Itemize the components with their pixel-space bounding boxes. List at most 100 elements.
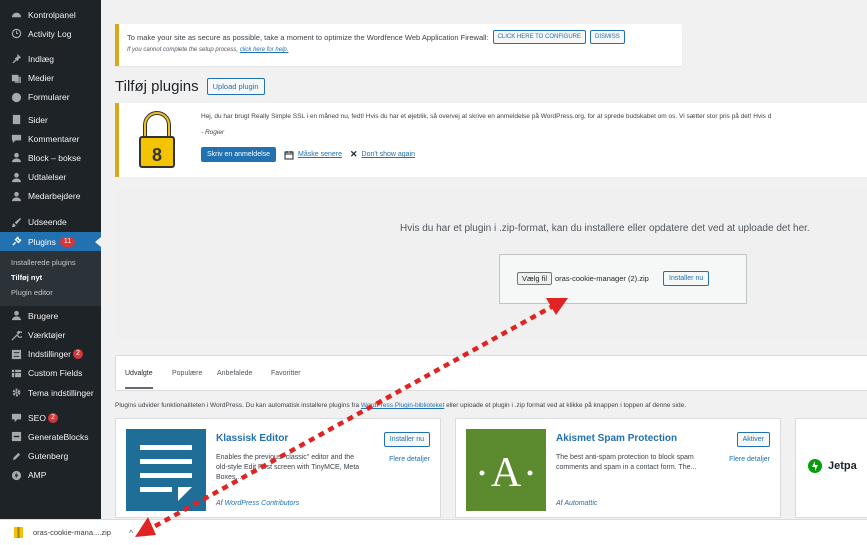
upload-plugin-area: Hvis du har et plugin i .zip-format, kan… — [115, 188, 867, 340]
page-icon — [11, 114, 22, 125]
comment-icon — [11, 133, 22, 144]
sidebar-item-tema-indstillinger[interactable]: Tema indstillinger — [0, 383, 101, 402]
plugin-title[interactable]: Klassisk Editor — [216, 433, 288, 444]
wordfence-help-text: If you cannot complete the setup process… — [127, 47, 239, 53]
sidebar-item-label: Activity Log — [28, 28, 72, 39]
sidebar-item-formularer[interactable]: Formularer — [0, 88, 101, 107]
submenu-plugin-editor[interactable]: Plugin editor — [0, 285, 101, 300]
dont-show-again-link[interactable]: Don't show again — [362, 151, 415, 158]
sidebar-item-label: AMP — [28, 470, 47, 481]
users-icon — [11, 310, 22, 321]
sidebar-item-label: Formularer — [28, 92, 70, 103]
sidebar-item-label: Kommentarer — [28, 133, 80, 144]
more-details-link[interactable]: Flere detaljer — [729, 456, 770, 463]
sidebar-item-medarbejdere[interactable]: Medarbejdere — [0, 187, 101, 206]
wordfence-message: To make your site as secure as possible,… — [127, 32, 489, 42]
sidebar-item-kontrolpanel[interactable]: Kontrolpanel — [0, 5, 101, 24]
info-text-after: eller uploade et plugin i .zip format ve… — [444, 402, 687, 409]
dashboard-icon — [11, 9, 22, 20]
jetpack-logo-icon — [808, 459, 822, 473]
ssl-notice-signature: - Rogier — [201, 129, 225, 136]
calendar-icon — [284, 150, 294, 160]
sidebar-item-udtalelser[interactable]: Udtalelser — [0, 168, 101, 187]
sidebar-item-brugere[interactable]: Brugere — [0, 306, 101, 325]
plugins-info-text: Plugins udvider funktionaliteten i WordP… — [115, 402, 686, 409]
selected-file-name: oras-cookie-manager (2).zip — [555, 274, 649, 283]
author-link[interactable]: WordPress Contributors — [225, 500, 300, 507]
sidebar-item-gutenberg[interactable]: Gutenberg — [0, 447, 101, 466]
sidebar-item-udseende[interactable]: Udseende — [0, 213, 101, 232]
more-details-link[interactable]: Flere detaljer — [389, 456, 430, 463]
sidebar-item-label: Medarbejdere — [28, 191, 81, 202]
sidebar-item-custom-fields[interactable]: Custom Fields — [0, 364, 101, 383]
file-input[interactable]: Vælg fil oras-cookie-manager (2).zip — [517, 272, 649, 285]
sidebar-item-generateblocks[interactable]: GenerateBlocks — [0, 427, 101, 446]
amp-icon — [11, 470, 22, 481]
sidebar-item-kommentarer[interactable]: Kommentarer — [0, 129, 101, 148]
person-icon — [11, 152, 22, 163]
dismiss-button[interactable]: DISMISS — [590, 30, 625, 44]
tab-favoritter[interactable]: Favoritter — [271, 370, 301, 377]
sidebar-item-vaerktojer[interactable]: Værktøjer — [0, 325, 101, 344]
blocks-icon — [11, 431, 22, 442]
sidebar-item-label: Medier — [28, 73, 54, 84]
tab-anbefalede[interactable]: Anbefalede — [217, 370, 252, 377]
sidebar-item-label: Udtalelser — [28, 172, 67, 183]
update-count-badge: 11 — [59, 236, 76, 247]
sidebar-item-label: Brugere — [28, 310, 59, 321]
sidebar-item-medier[interactable]: Medier — [0, 69, 101, 88]
close-icon: ✕ — [350, 149, 358, 159]
wordfence-help-link[interactable]: click here for help. — [240, 47, 289, 53]
sidebar-item-sider[interactable]: Sider — [0, 110, 101, 129]
plugin-description: Enables the previous "classic" editor an… — [216, 454, 360, 481]
upload-description: Hvis du har et plugin i .zip-format, kan… — [400, 223, 810, 234]
sidebar-item-label: Indstillinger — [28, 349, 71, 360]
download-options-chevron[interactable]: ^ — [129, 528, 133, 538]
sidebar-item-label: Kontrolpanel — [28, 9, 76, 20]
downloaded-file-name[interactable]: oras-cookie-mana....zip — [33, 528, 111, 537]
activate-button[interactable]: Aktiver — [736, 432, 770, 447]
plugin-title[interactable]: Jetpa — [828, 460, 857, 472]
media-icon — [11, 73, 22, 84]
page-title: Tilføj plugins — [115, 78, 199, 95]
sidebar-item-label: Indlæg — [28, 53, 54, 64]
sidebar-item-seo[interactable]: SEO 2 — [0, 408, 101, 427]
install-now-button[interactable]: Installer nu — [383, 432, 430, 447]
table-icon — [11, 368, 22, 379]
sidebar-item-amp[interactable]: AMP — [0, 466, 101, 485]
sidebar-item-label: Udseende — [28, 217, 67, 228]
author-prefix: Af — [216, 500, 223, 507]
sidebar-item-activity-log[interactable]: Activity Log — [0, 24, 101, 43]
install-now-button[interactable]: Installer nu — [663, 271, 710, 286]
sidebar-item-indstillinger[interactable]: Indstillinger 2 — [0, 345, 101, 364]
sidebar-item-plugins[interactable]: Plugins 11 — [0, 232, 101, 252]
sidebar-item-label: Plugins — [28, 236, 56, 247]
page-heading: Tilføj plugins Upload plugin — [115, 78, 265, 95]
akismet-icon: A — [466, 429, 546, 511]
configure-firewall-button[interactable]: CLICK HERE TO CONFIGURE — [492, 30, 587, 44]
zip-file-icon — [14, 527, 23, 538]
sidebar-item-label: Gutenberg — [28, 451, 69, 462]
maybe-later-link[interactable]: Måske senere — [298, 151, 342, 158]
choose-file-button[interactable]: Vælg fil — [517, 272, 553, 285]
sidebar-item-label: Sider — [28, 114, 48, 125]
sidebar-item-block-bokse[interactable]: Block – bokse — [0, 148, 101, 167]
author-link[interactable]: Automattic — [564, 500, 597, 507]
write-review-button[interactable]: Skriv en anmeldelse — [201, 147, 277, 162]
submenu-installed-plugins[interactable]: Installerede plugins — [0, 255, 101, 270]
tab-udvalgte[interactable]: Udvalgte — [125, 370, 153, 389]
plugin-description: The best anti-spam protection to block s… — [556, 454, 697, 471]
submenu-add-new[interactable]: Tilføj nyt — [0, 270, 101, 285]
plugin-author: Af Automattic — [556, 500, 597, 507]
pin-icon — [11, 53, 22, 64]
sidebar-item-label: GenerateBlocks — [28, 431, 89, 442]
sidebar-item-indlaeg[interactable]: Indlæg — [0, 49, 101, 68]
ssl-notice-text: Hej, du har brugt Really Simple SSL i en… — [201, 113, 772, 120]
plugin-directory-link[interactable]: WordPress Plugin-biblioteket — [361, 402, 444, 409]
plugin-title[interactable]: Akismet Spam Protection — [556, 433, 677, 444]
pen-icon — [11, 451, 22, 462]
sidebar-item-label: Custom Fields — [28, 368, 83, 379]
upload-plugin-button[interactable]: Upload plugin — [206, 78, 265, 95]
tab-populaere[interactable]: Populære — [172, 370, 202, 377]
person-icon — [11, 172, 22, 183]
